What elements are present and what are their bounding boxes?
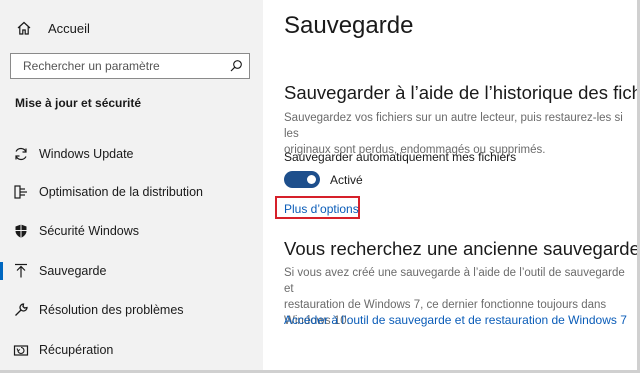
home-label: Accueil [48,20,90,36]
toggle-state-text: Activé [330,173,363,187]
backup-arrow-icon [13,263,29,279]
sidebar-item-recovery[interactable]: Récupération [0,335,263,365]
refresh-icon [13,146,29,162]
sidebar-item-troubleshoot[interactable]: Résolution des problèmes [0,295,263,325]
settings-search[interactable] [10,53,250,79]
search-icon[interactable] [229,59,243,73]
section-title: Mise à jour et sécurité [15,96,142,110]
windows7-backup-link[interactable]: Accéder à l’outil de sauvegarde et de re… [284,313,627,327]
wrench-icon [13,302,29,318]
toggle-knob [307,175,316,184]
home-icon [16,20,32,36]
sidebar-item-label: Récupération [39,343,114,357]
auto-backup-toggle[interactable] [284,171,320,188]
sidebar-item-label: Sécurité Windows [39,224,140,238]
sidebar-item-backup[interactable]: Sauvegarde [0,256,263,286]
sidebar-item-delivery-optimization[interactable]: Optimisation de la distribution [0,177,263,207]
description-line: restauration de Windows 7, ce dernier fo… [284,299,607,311]
description-line: Sauvegardez vos fichiers sur un autre le… [284,112,623,140]
description-line: Si vous avez créé une sauvegarde à l’aid… [284,267,625,295]
file-history-heading: Sauvegarder à l’aide de l’historique des… [284,82,640,103]
sidebar-item-label: Optimisation de la distribution [39,185,203,199]
sidebar-item-label: Résolution des problèmes [39,303,184,317]
auto-backup-label: Sauvegarder automatiquement mes fichiers [284,150,517,164]
more-options-highlight: Plus d’options [275,196,360,219]
sidebar-item-windows-security[interactable]: Sécurité Windows [0,216,263,246]
more-options-link[interactable]: Plus d’options [284,202,359,216]
delivery-optimization-icon [13,184,29,200]
home-link[interactable]: Accueil [16,18,90,38]
main-content: Sauvegarde Sauvegarder à l’aide de l’his… [263,0,640,373]
sidebar: Accueil Mise à jour et sécurité Windows … [0,0,263,373]
old-backup-heading: Vous recherchez une ancienne sauvegarde … [284,238,640,259]
sidebar-item-label: Windows Update [39,147,134,161]
shield-icon [13,223,29,239]
recovery-icon [13,342,29,358]
sidebar-item-windows-update[interactable]: Windows Update [0,139,263,169]
sidebar-item-label: Sauvegarde [39,264,107,278]
page-title: Sauvegarde [284,12,414,39]
search-input[interactable] [11,55,229,77]
active-indicator [0,262,3,280]
